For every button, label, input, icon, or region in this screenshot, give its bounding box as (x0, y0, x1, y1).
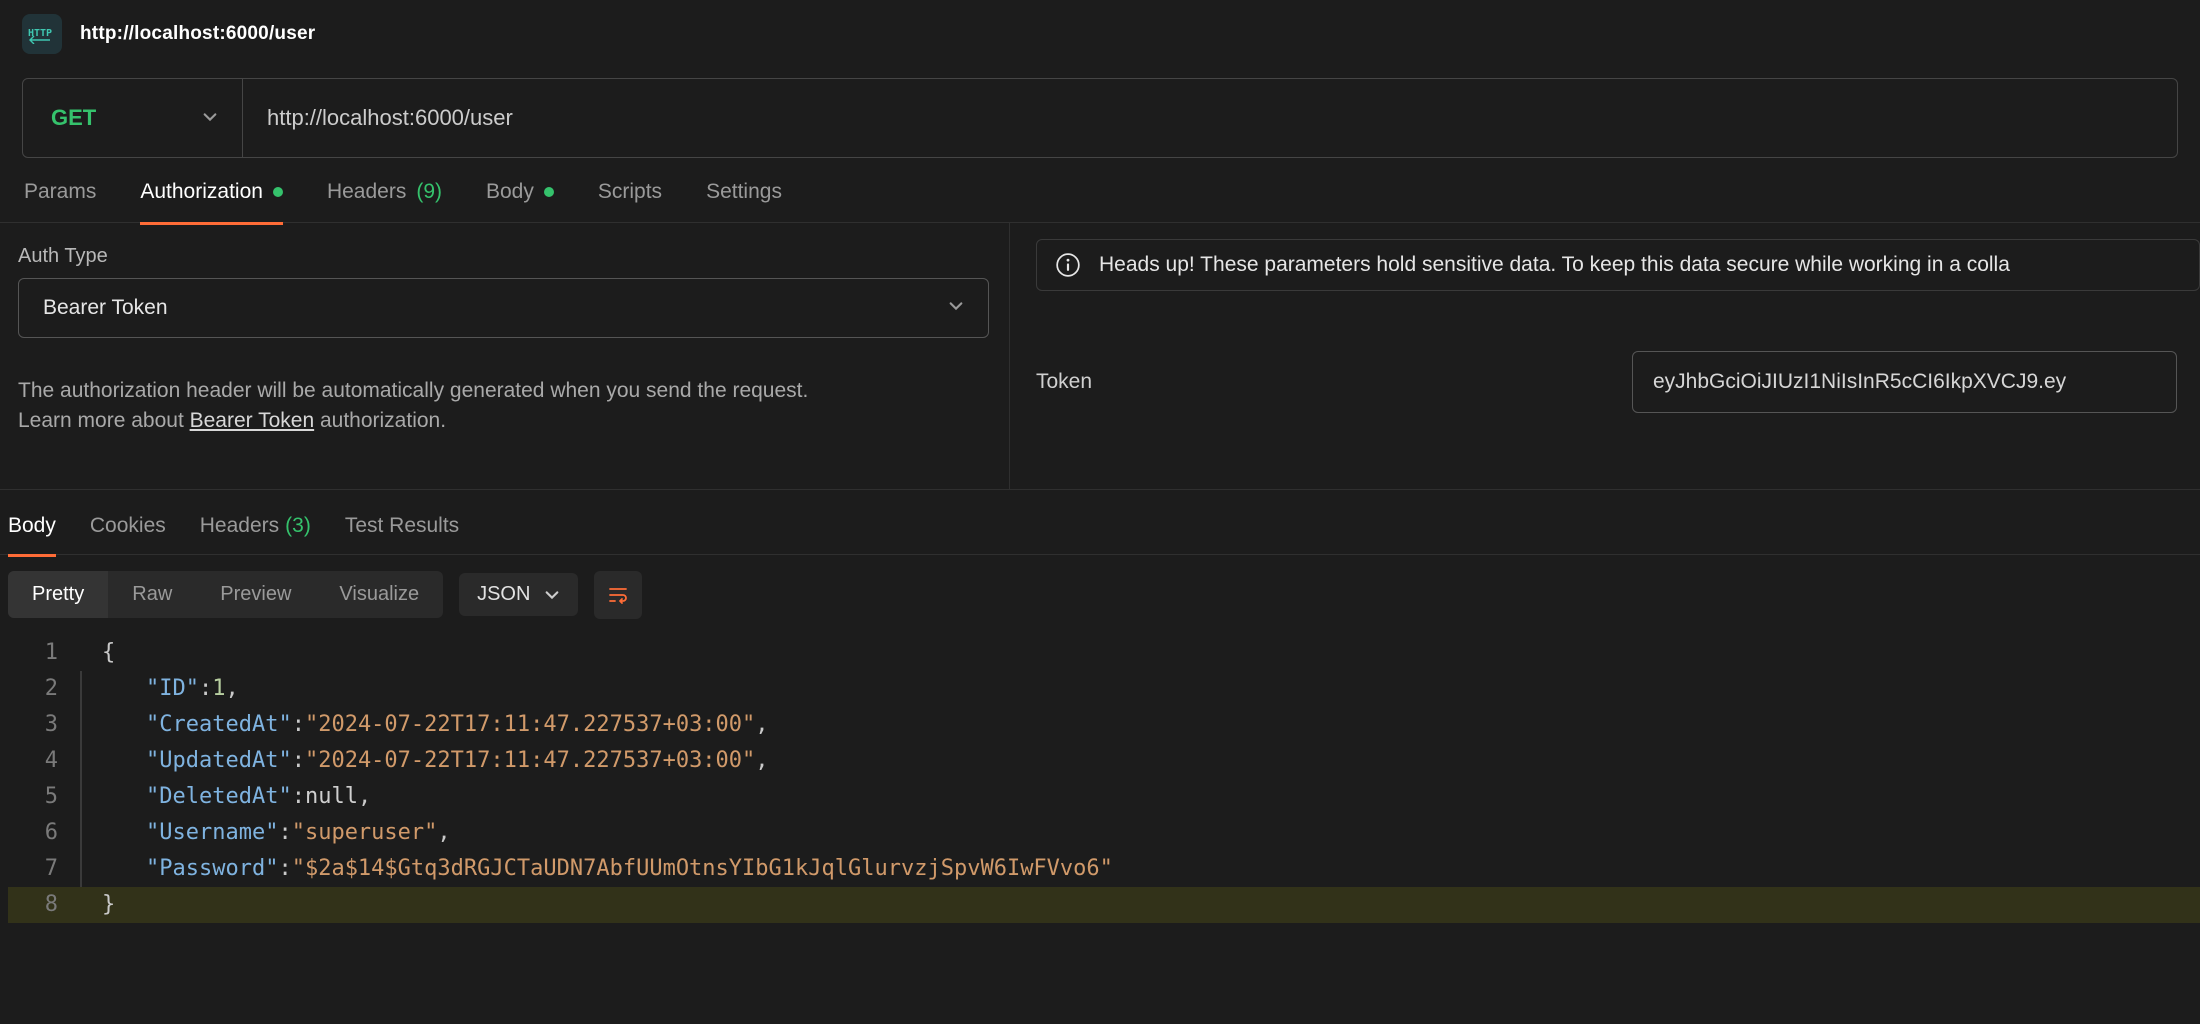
format-select[interactable]: JSON (459, 573, 578, 616)
line-number: 6 (8, 815, 80, 851)
chevron-down-icon (948, 296, 964, 320)
chevron-down-icon (202, 105, 218, 131)
authorization-panel: Auth Type Bearer Token The authorization… (0, 223, 2200, 490)
token-row: Token (1036, 351, 2200, 413)
line-number: 1 (8, 635, 80, 671)
token-label: Token (1036, 370, 1632, 394)
tab-headers[interactable]: Headers (9) (327, 180, 442, 222)
view-mode-segment: Pretty Raw Preview Visualize (8, 571, 443, 618)
auth-description: The authorization header will be automat… (18, 376, 989, 437)
request-url-input[interactable] (243, 79, 2177, 157)
titlebar: HTTP http://localhost:6000/user (0, 0, 2200, 78)
request-row: GET (22, 78, 2178, 158)
sensitive-data-alert: Heads up! These parameters hold sensitiv… (1036, 239, 2200, 291)
wrap-lines-button[interactable] (594, 571, 642, 619)
http-method-value: GET (51, 105, 96, 131)
page-title: http://localhost:6000/user (80, 23, 315, 45)
line-number: 3 (8, 707, 80, 743)
request-tabs: Params Authorization Headers (9) Body Sc… (0, 158, 2200, 223)
line-number: 7 (8, 851, 80, 887)
tab-settings[interactable]: Settings (706, 180, 782, 222)
view-preview-button[interactable]: Preview (196, 571, 315, 618)
line-number: 8 (8, 887, 80, 923)
status-dot-icon (544, 187, 554, 197)
response-tabs: Body Cookies Headers(3) Test Results (0, 490, 2200, 555)
auth-type-select[interactable]: Bearer Token (18, 278, 989, 338)
resp-tab-cookies[interactable]: Cookies (90, 514, 166, 554)
chevron-down-icon (544, 587, 560, 603)
tab-scripts[interactable]: Scripts (598, 180, 662, 222)
auth-right-column: Heads up! These parameters hold sensitiv… (1010, 223, 2200, 489)
tab-params[interactable]: Params (24, 180, 96, 222)
info-icon (1055, 252, 1081, 278)
resp-tab-headers[interactable]: Headers(3) (200, 514, 311, 554)
auth-left-column: Auth Type Bearer Token The authorization… (0, 223, 1010, 489)
response-toolbar: Pretty Raw Preview Visualize JSON (0, 555, 2200, 635)
resp-tab-body[interactable]: Body (8, 514, 56, 554)
http-icon: HTTP (22, 14, 62, 54)
view-visualize-button[interactable]: Visualize (315, 571, 443, 618)
line-number: 5 (8, 779, 80, 815)
tab-body[interactable]: Body (486, 180, 554, 222)
auth-type-label: Auth Type (18, 245, 989, 268)
response-body-code[interactable]: 1{ 2"ID": 1, 3"CreatedAt": "2024-07-22T1… (0, 635, 2200, 923)
view-raw-button[interactable]: Raw (108, 571, 196, 618)
svg-text:HTTP: HTTP (28, 28, 52, 39)
resp-tab-tests[interactable]: Test Results (345, 514, 459, 554)
line-number: 4 (8, 743, 80, 779)
auth-type-value: Bearer Token (43, 296, 168, 320)
wrap-icon (606, 583, 630, 607)
status-dot-icon (273, 187, 283, 197)
bearer-token-doc-link[interactable]: Bearer Token (190, 409, 315, 432)
http-method-select[interactable]: GET (23, 79, 243, 157)
view-pretty-button[interactable]: Pretty (8, 571, 108, 618)
tab-authorization[interactable]: Authorization (140, 180, 283, 222)
format-value: JSON (477, 583, 530, 606)
alert-text: Heads up! These parameters hold sensitiv… (1099, 253, 2010, 277)
line-number: 2 (8, 671, 80, 707)
token-input[interactable] (1632, 351, 2177, 413)
